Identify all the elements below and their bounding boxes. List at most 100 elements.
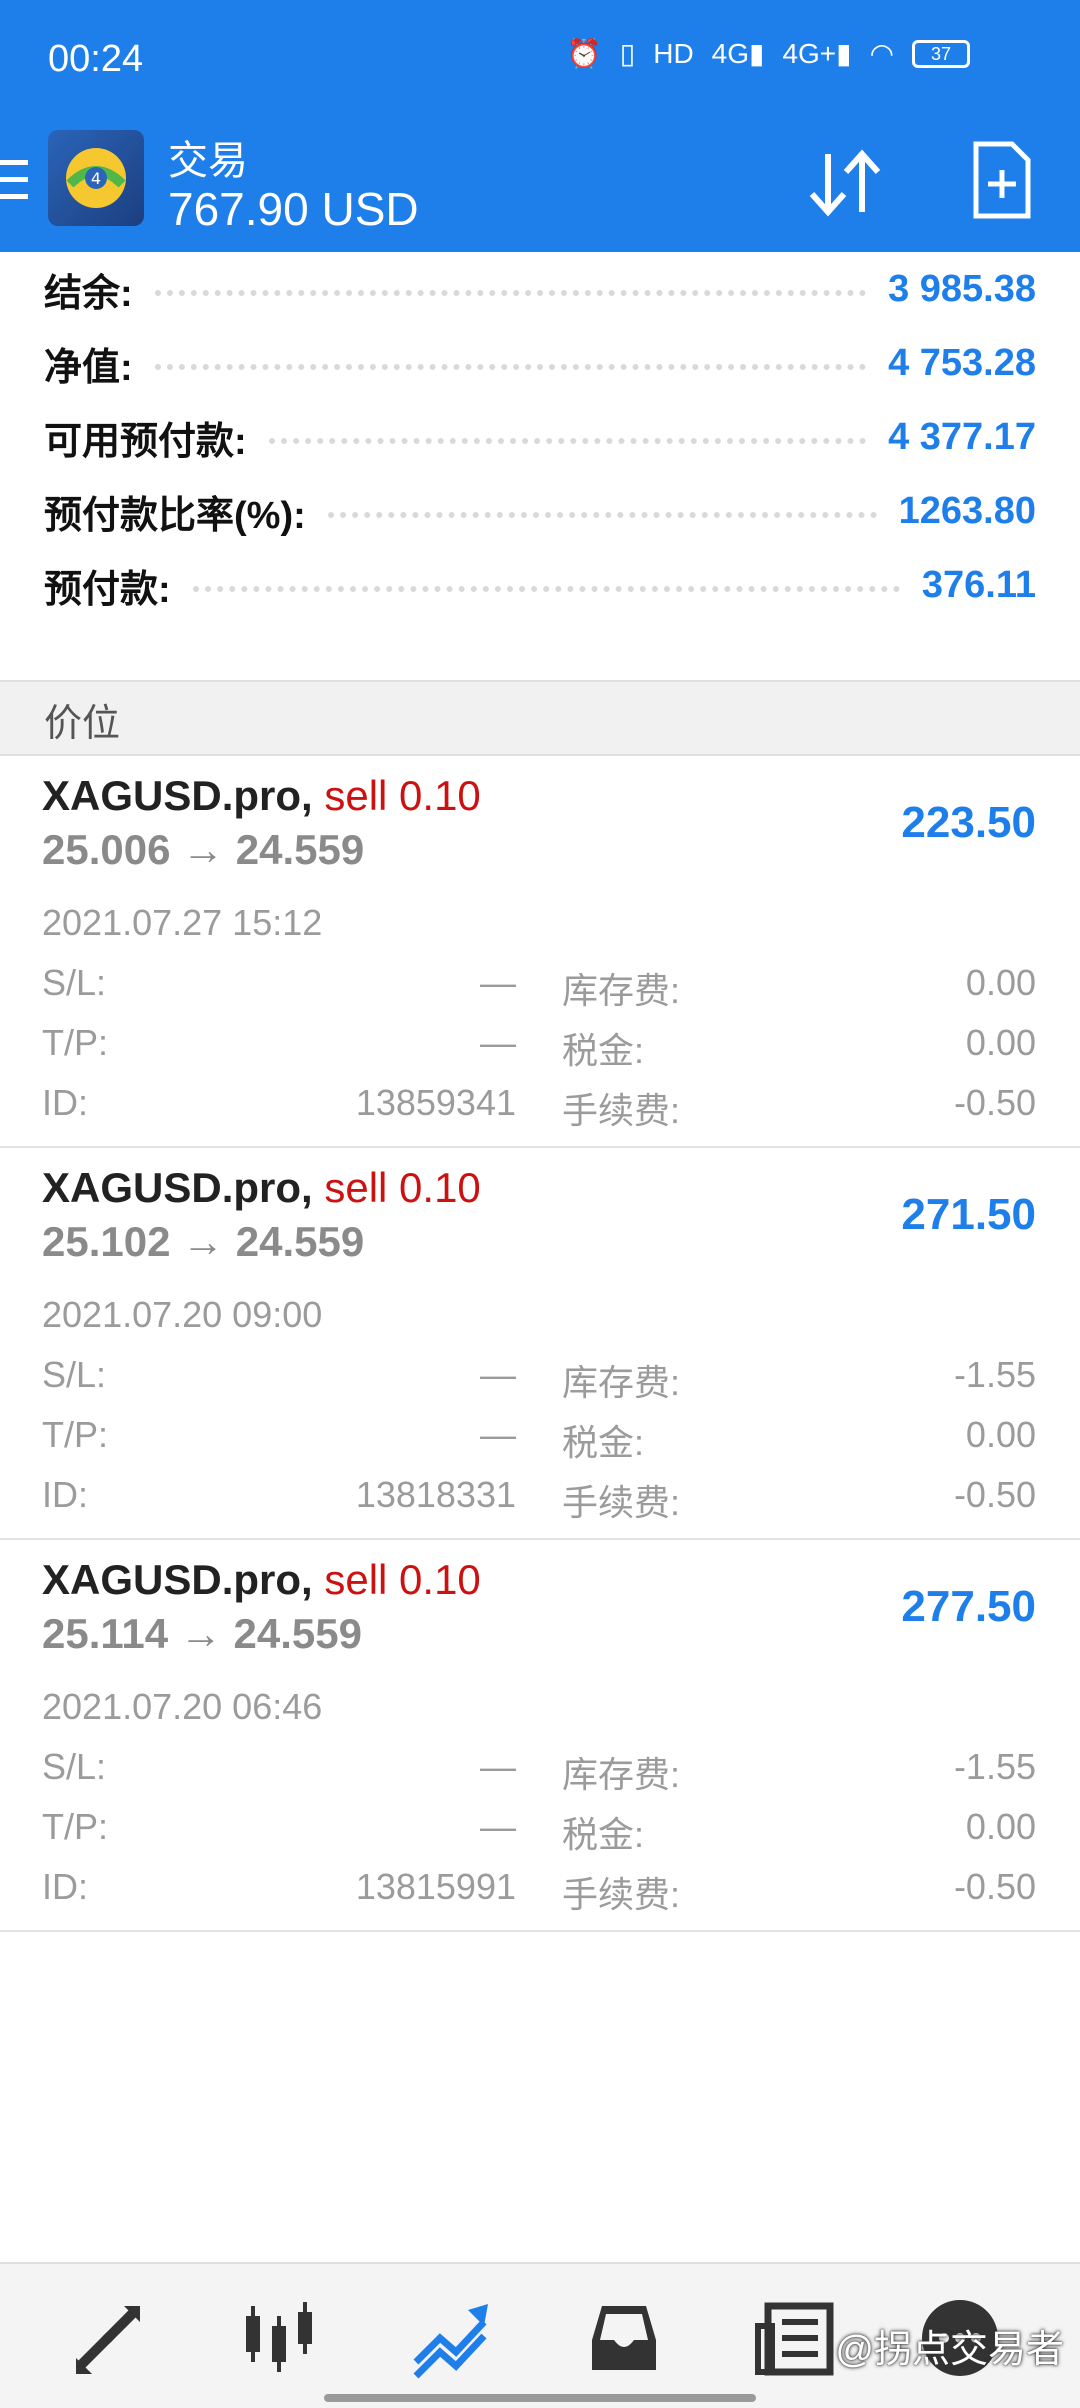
new-order-icon[interactable] [970, 140, 1034, 220]
position-symbol: XAGUSD.pro, [42, 1556, 313, 1603]
position-row[interactable]: XAGUSD.pro, sell 0.10 25.102 → 24.559 27… [0, 1148, 1080, 1540]
position-open-time: 2021.07.20 09:00 [42, 1294, 323, 1335]
sl-label: S/L: [42, 962, 107, 1003]
dotted-leader [192, 586, 900, 592]
swap-value: -1.55 [953, 1746, 1036, 1787]
sl-label: S/L: [42, 1354, 107, 1395]
section-title: 价位 [44, 703, 121, 745]
id-value: 13818331 [355, 1474, 516, 1515]
id-label: ID: [42, 1082, 89, 1123]
sl-label: S/L: [42, 1746, 107, 1787]
fee-label: 手续费: [562, 1090, 681, 1131]
dotted-leader [327, 512, 877, 518]
position-open-time: 2021.07.20 06:46 [42, 1686, 323, 1727]
summary-row-equity: 净值: 4 753.28 [44, 328, 1036, 398]
alarm-icon: ⏰ [566, 38, 602, 69]
dotted-leader [154, 364, 867, 370]
position-side: sell 0.10 [324, 1164, 481, 1211]
fee-label: 手续费: [562, 1874, 681, 1915]
id-value: 13815991 [355, 1866, 516, 1907]
position-profit: 271.50 [901, 1190, 1036, 1239]
summary-value: 4 753.28 [888, 341, 1036, 384]
status-time: 00:24 [48, 38, 144, 80]
summary-row-free-margin: 可用预付款: 4 377.17 [44, 402, 1036, 472]
account-summary: 结余: 3 985.38 净值: 4 753.28 可用预付款: 4 377.1… [0, 252, 1080, 682]
summary-value: 3 985.38 [888, 267, 1036, 310]
summary-row-margin: 预付款: 376.11 [44, 550, 1036, 620]
home-indicator[interactable] [324, 2394, 756, 2402]
swap-label: 库存费: [562, 1362, 681, 1403]
tax-value: 0.00 [965, 1414, 1036, 1455]
position-open-time: 2021.07.27 15:12 [42, 902, 323, 943]
dotted-leader [154, 290, 867, 296]
tax-label: 税金: [562, 1814, 645, 1855]
vibrate-icon: ▯ [619, 38, 636, 69]
position-prices: 25.114 → 24.559 [42, 1610, 362, 1657]
signal-4g-plus-icon: 4G+▮ [782, 38, 852, 69]
tp-value: — [480, 1414, 516, 1455]
app-bar: 4 交易 767.90 USD [0, 120, 1080, 252]
signal-4g-icon: 4G▮ [711, 38, 765, 69]
sl-value: — [480, 1746, 516, 1787]
sort-icon[interactable] [804, 148, 884, 218]
tax-label: 税金: [562, 1422, 645, 1463]
tax-value: 0.00 [965, 1806, 1036, 1847]
summary-label: 预付款: [44, 568, 171, 611]
position-title: XAGUSD.pro, sell 0.10 [42, 1556, 481, 1604]
battery-level: 37 [930, 43, 952, 64]
summary-label: 净值: [44, 346, 133, 389]
status-icons: ⏰ ▯ HD 4G▮ 4G+▮ ◠ 37 [567, 40, 970, 68]
app-logo: 4 [48, 130, 144, 226]
position-prices: 25.006 → 24.559 [42, 826, 365, 873]
tp-label: T/P: [42, 1022, 109, 1063]
position-profit: 277.50 [901, 1582, 1036, 1631]
history-icon[interactable] [582, 2296, 666, 2380]
position-title: XAGUSD.pro, sell 0.10 [42, 1164, 481, 1212]
sl-value: — [480, 962, 516, 1003]
summary-row-balance: 结余: 3 985.38 [44, 254, 1036, 324]
wifi-icon: ◠ [869, 38, 894, 69]
dotted-leader [268, 438, 867, 444]
summary-row-margin-level: 预付款比率(%): 1263.80 [44, 476, 1036, 546]
position-title: XAGUSD.pro, sell 0.10 [42, 772, 481, 820]
trade-icon[interactable] [410, 2296, 494, 2380]
tp-label: T/P: [42, 1414, 109, 1455]
battery-icon: 37 [912, 40, 970, 68]
swap-label: 库存费: [562, 1754, 681, 1795]
sl-value: — [480, 1354, 516, 1395]
position-prices: 25.102 → 24.559 [42, 1218, 365, 1265]
status-bar: 00:24 ⏰ ▯ HD 4G▮ 4G+▮ ◠ 37 [0, 0, 1080, 120]
position-symbol: XAGUSD.pro, [42, 772, 313, 819]
id-label: ID: [42, 1866, 89, 1907]
tax-label: 税金: [562, 1030, 645, 1071]
position-symbol: XAGUSD.pro, [42, 1164, 313, 1211]
swap-value: -1.55 [953, 1354, 1036, 1395]
tax-value: 0.00 [965, 1022, 1036, 1063]
page-title: 交易 [168, 139, 248, 183]
quotes-icon[interactable] [66, 2296, 150, 2380]
tp-value: — [480, 1022, 516, 1063]
swap-label: 库存费: [562, 970, 681, 1011]
menu-icon[interactable] [0, 160, 28, 206]
position-side: sell 0.10 [324, 772, 481, 819]
fee-value: -0.50 [953, 1082, 1036, 1123]
position-profit: 223.50 [901, 798, 1036, 847]
tp-value: — [480, 1806, 516, 1847]
summary-label: 结余: [44, 272, 133, 315]
summary-value: 1263.80 [898, 489, 1036, 532]
position-row[interactable]: XAGUSD.pro, sell 0.10 25.114 → 24.559 27… [0, 1540, 1080, 1932]
hd-icon: HD [653, 38, 694, 69]
positions-section-header: 价位 [0, 680, 1080, 756]
position-row[interactable]: XAGUSD.pro, sell 0.10 25.006 → 24.559 22… [0, 756, 1080, 1148]
fee-value: -0.50 [953, 1866, 1036, 1907]
top-bar: 00:24 ⏰ ▯ HD 4G▮ 4G+▮ ◠ 37 4 交易 767.90 U… [0, 0, 1080, 252]
summary-label: 预付款比率(%): [44, 494, 306, 537]
news-icon[interactable] [754, 2296, 838, 2380]
watermark-text: @拐点交易者 [835, 2329, 1064, 2371]
position-side: sell 0.10 [324, 1556, 481, 1603]
summary-value: 4 377.17 [888, 415, 1036, 458]
summary-value: 376.11 [921, 563, 1036, 606]
fee-label: 手续费: [562, 1482, 681, 1523]
tp-label: T/P: [42, 1806, 109, 1847]
chart-icon[interactable] [238, 2296, 322, 2380]
